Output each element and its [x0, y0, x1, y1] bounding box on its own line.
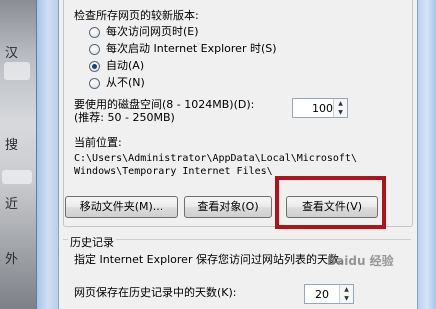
radio-every-visit-label[interactable]: 每次访问网页时(E): [106, 25, 199, 39]
radio-every-start[interactable]: [89, 44, 100, 55]
view-objects-button[interactable]: 查看对象(O): [184, 196, 272, 218]
history-days-label: 网页保存在历史记录中的天数(K):: [74, 286, 237, 299]
current-location-path-line1: C:\Users\Administrator\AppData\Local\Mic…: [74, 153, 357, 164]
history-section-title: 历史记录: [68, 236, 116, 250]
history-days-value[interactable]: 20: [315, 288, 329, 301]
radio-automatic-label[interactable]: 自动(A): [106, 59, 144, 73]
radio-automatic[interactable]: [89, 61, 100, 72]
window-frame-right: [416, 0, 436, 309]
disk-space-label: 要使用的磁盘空间(8 - 1024MB)(D):: [74, 98, 255, 111]
background-glyph: 外: [5, 252, 19, 267]
spin-down-icon[interactable]: ▼: [334, 108, 347, 117]
radio-never-label[interactable]: 从不(N): [106, 76, 145, 90]
history-days-spinner[interactable]: 20 ▲ ▼: [304, 284, 354, 304]
window-frame-left: [36, 0, 59, 309]
background-glyph: 近: [5, 197, 19, 212]
move-folder-button[interactable]: 移动文件夹(M)...: [65, 196, 178, 218]
radio-never[interactable]: [89, 78, 100, 89]
history-description: 指定 Internet Explorer 保存您访问过网站列表的天数。: [74, 253, 350, 266]
radio-every-start-label[interactable]: 每次启动 Internet Explorer 时(S): [106, 42, 277, 56]
background-blot: [2, 170, 32, 184]
baidu-watermark: Baidu 经验: [327, 254, 394, 268]
background-glyph: 搜: [5, 138, 19, 153]
highlight-rectangle: [275, 176, 386, 229]
check-versions-heading: 检查所存网页的较新版本:: [74, 9, 199, 22]
disk-space-value[interactable]: 100: [312, 102, 333, 115]
current-location-label: 当前位置:: [74, 136, 122, 149]
disk-space-recommended: (推荐: 50 - 250MB): [74, 111, 175, 124]
current-location-path-line2: Windows\Temporary Internet Files\: [74, 166, 273, 177]
disk-space-spinner[interactable]: 100 ▲ ▼: [292, 98, 348, 118]
background-glyph: 汉: [5, 46, 19, 61]
radio-every-visit[interactable]: [89, 27, 100, 38]
disk-space-spin-arrows[interactable]: ▲ ▼: [333, 99, 347, 117]
spin-up-icon[interactable]: ▲: [340, 285, 353, 294]
spin-down-icon[interactable]: ▼: [340, 294, 353, 303]
history-days-spin-arrows[interactable]: ▲ ▼: [339, 285, 353, 303]
spin-up-icon[interactable]: ▲: [334, 99, 347, 108]
background-blot: [4, 62, 30, 80]
